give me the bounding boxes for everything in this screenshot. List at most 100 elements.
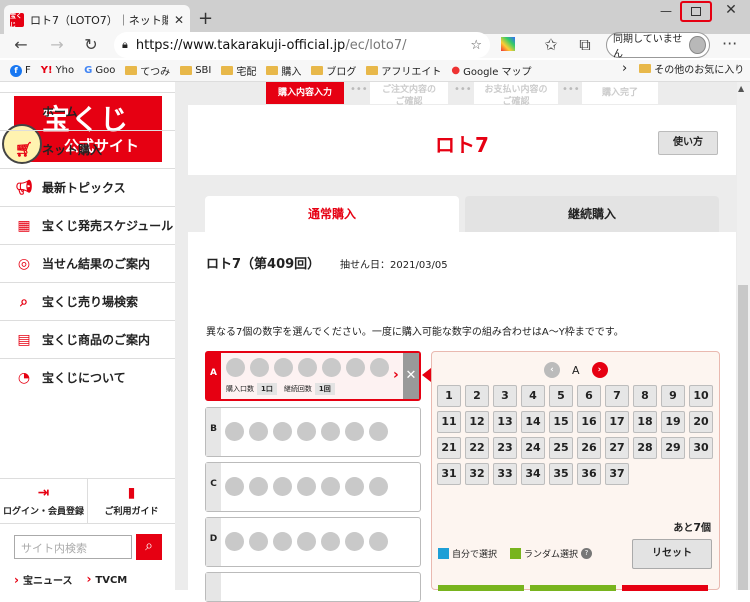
selection-row-b[interactable]: B bbox=[205, 407, 421, 457]
chevron-right-icon[interactable]: › bbox=[591, 362, 608, 378]
number-button[interactable]: 33 bbox=[493, 463, 517, 485]
sidebar-item-products[interactable]: ▤ 宝くじ商品のご案内 bbox=[0, 320, 175, 358]
favorite-star-icon[interactable]: ☆ bbox=[470, 38, 482, 53]
number-button[interactable]: 4 bbox=[521, 385, 545, 407]
number-button[interactable]: 9 bbox=[661, 385, 685, 407]
number-button[interactable]: 2 bbox=[465, 385, 489, 407]
number-button[interactable]: 31 bbox=[437, 463, 461, 485]
number-button[interactable]: 6 bbox=[577, 385, 601, 407]
collections-icon[interactable]: ⧉ bbox=[574, 34, 596, 58]
tvcm-link[interactable]: TVCM bbox=[86, 572, 127, 587]
sidebar-item-schedule[interactable]: ▦ 宝くじ発売スケジュール bbox=[0, 206, 175, 244]
tab-continuous-purchase[interactable]: 継続購入 bbox=[465, 196, 719, 233]
selection-row-d[interactable]: D bbox=[205, 517, 421, 567]
more-menu-icon[interactable]: ··· bbox=[722, 34, 737, 53]
number-button[interactable]: 23 bbox=[493, 437, 517, 459]
number-button[interactable]: 25 bbox=[549, 437, 573, 459]
bookmark-folder[interactable]: 宅配 bbox=[221, 63, 256, 78]
number-button[interactable]: 36 bbox=[577, 463, 601, 485]
scroll-up-icon[interactable]: ▲ bbox=[738, 84, 744, 93]
clear-row-icon[interactable]: ✕ bbox=[403, 353, 419, 399]
bookmark-folder[interactable]: てつみ bbox=[125, 63, 170, 78]
number-button[interactable]: 32 bbox=[465, 463, 489, 485]
news-link[interactable]: 宝ニュース bbox=[14, 572, 73, 587]
number-button[interactable]: 1 bbox=[437, 385, 461, 407]
number-button[interactable]: 29 bbox=[661, 437, 685, 459]
action-bar[interactable] bbox=[530, 585, 616, 591]
action-bar[interactable] bbox=[438, 585, 524, 591]
lock-icon[interactable]: 🔒︎ bbox=[122, 38, 128, 52]
window-close-button[interactable]: ✕ bbox=[716, 2, 746, 20]
forward-icon[interactable]: → bbox=[46, 34, 68, 58]
number-button[interactable]: 27 bbox=[605, 437, 629, 459]
reset-button[interactable]: リセット bbox=[632, 539, 712, 569]
close-icon[interactable]: ✕ bbox=[174, 13, 184, 27]
number-button[interactable]: 30 bbox=[689, 437, 713, 459]
howto-button[interactable]: 使い方 bbox=[658, 131, 718, 155]
bookmark-folder[interactable]: アフリエイト bbox=[366, 63, 441, 78]
sidebar-item-results[interactable]: ◎ 当せん結果のご案内 bbox=[0, 244, 175, 282]
number-button[interactable]: 11 bbox=[437, 411, 461, 433]
browser-tab[interactable]: 宝くじ ロト7（LOTO7）｜ネット購入【宝くじ ✕ bbox=[4, 5, 190, 34]
profile-sync-button[interactable]: 同期していません bbox=[606, 32, 710, 60]
sidebar-item-home[interactable]: ⌂ ホーム bbox=[0, 92, 175, 130]
number-button[interactable]: 26 bbox=[577, 437, 601, 459]
number-button[interactable]: 18 bbox=[633, 411, 657, 433]
number-button[interactable]: 8 bbox=[633, 385, 657, 407]
number-button[interactable]: 19 bbox=[661, 411, 685, 433]
sidebar-item-store-search[interactable]: ⌕ 宝くじ売り場検索 bbox=[0, 282, 175, 320]
bookmark-item[interactable]: Y! Yho bbox=[41, 65, 74, 76]
guide-button[interactable]: ▮ ご利用ガイド bbox=[88, 479, 175, 523]
number-button[interactable]: 12 bbox=[465, 411, 489, 433]
number-button[interactable]: 13 bbox=[493, 411, 517, 433]
bookmark-item[interactable]: fF bbox=[10, 64, 31, 77]
number-button[interactable]: 35 bbox=[549, 463, 573, 485]
sidebar-item-net-purchase[interactable]: 🛒︎ ネット購入 bbox=[0, 130, 175, 168]
number-button[interactable]: 34 bbox=[521, 463, 545, 485]
bookmark-folder[interactable]: ブログ bbox=[311, 63, 356, 78]
number-button[interactable]: 15 bbox=[549, 411, 573, 433]
selection-row-c[interactable]: C bbox=[205, 462, 421, 512]
tab-normal-purchase[interactable]: 通常購入 bbox=[205, 196, 459, 233]
extension-icon[interactable] bbox=[501, 37, 515, 51]
search-icon[interactable]: ⌕ bbox=[136, 534, 162, 560]
chevron-right-icon[interactable]: › bbox=[393, 367, 399, 383]
new-tab-button[interactable]: + bbox=[198, 8, 213, 29]
bookmark-item[interactable]: G Goo bbox=[84, 65, 115, 76]
number-button[interactable]: 16 bbox=[577, 411, 601, 433]
number-button[interactable]: 17 bbox=[605, 411, 629, 433]
cont-value[interactable]: 1回 bbox=[314, 383, 335, 395]
number-button[interactable]: 21 bbox=[437, 437, 461, 459]
qty-value[interactable]: 1口 bbox=[257, 383, 277, 395]
scrollbar-thumb[interactable] bbox=[738, 285, 748, 590]
favorites-icon[interactable]: ✩ bbox=[540, 34, 562, 58]
url-text[interactable]: https://www.takarakuji-official.jp/ec/lo… bbox=[136, 38, 462, 53]
number-button[interactable]: 20 bbox=[689, 411, 713, 433]
chevron-left-icon[interactable]: ‹ bbox=[544, 362, 560, 378]
refresh-icon[interactable]: ↻ bbox=[80, 34, 102, 58]
bookmark-folder[interactable]: SBI bbox=[180, 65, 211, 76]
number-button[interactable]: 3 bbox=[493, 385, 517, 407]
other-favorites[interactable]: その他のお気に入り bbox=[639, 61, 744, 76]
minimize-button[interactable]: — bbox=[652, 4, 680, 20]
number-button[interactable]: 7 bbox=[605, 385, 629, 407]
number-button[interactable]: 22 bbox=[465, 437, 489, 459]
selection-row-e[interactable] bbox=[205, 572, 421, 602]
bookmark-item[interactable]: ● Google マップ bbox=[451, 63, 531, 78]
selection-row-a[interactable]: A 購入口数 1口 継続回数 1回 › ✕ bbox=[205, 351, 421, 401]
login-button[interactable]: ⇥ ログイン・会員登録 bbox=[0, 479, 88, 523]
number-button[interactable]: 24 bbox=[521, 437, 545, 459]
number-button[interactable]: 14 bbox=[521, 411, 545, 433]
number-button[interactable]: 10 bbox=[689, 385, 713, 407]
action-bar[interactable] bbox=[622, 585, 708, 591]
help-icon[interactable]: ? bbox=[581, 548, 593, 559]
sidebar-item-about[interactable]: ◔ 宝くじについて bbox=[0, 358, 175, 396]
site-search-input[interactable]: サイト内検索 bbox=[14, 535, 132, 559]
bookmark-folder[interactable]: 購入 bbox=[266, 63, 301, 78]
chevron-right-icon[interactable]: › bbox=[622, 61, 627, 76]
maximize-button[interactable] bbox=[680, 1, 712, 22]
number-button[interactable]: 28 bbox=[633, 437, 657, 459]
number-button[interactable]: 5 bbox=[549, 385, 573, 407]
sidebar-item-topics[interactable]: 📢︎ 最新トピックス bbox=[0, 168, 175, 206]
address-bar[interactable]: 🔒︎ https://www.takarakuji-official.jp/ec… bbox=[114, 32, 490, 58]
